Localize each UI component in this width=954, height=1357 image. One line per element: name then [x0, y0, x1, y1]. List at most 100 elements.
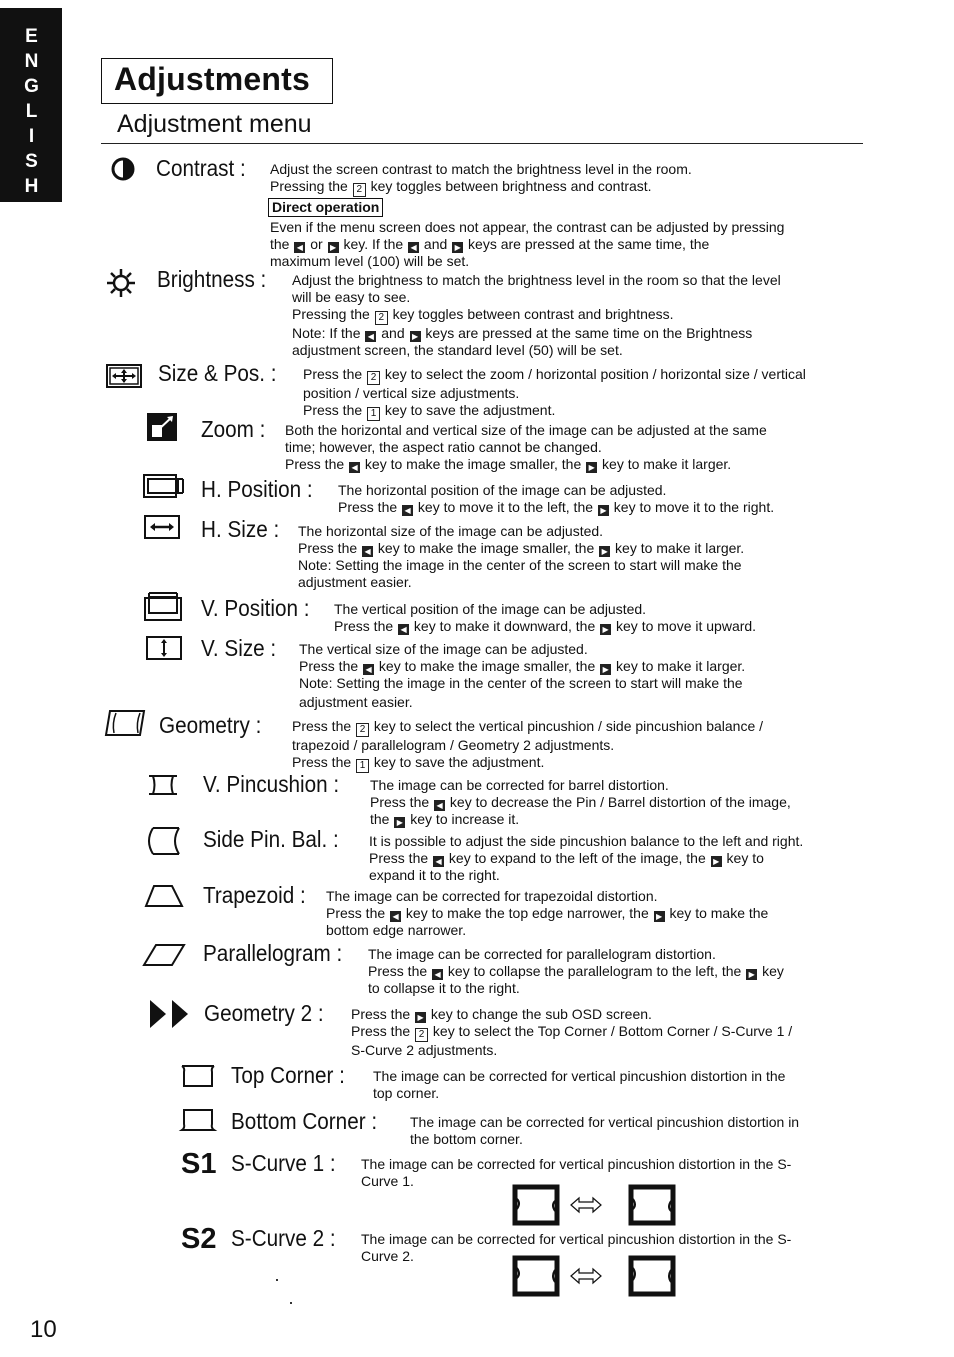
top-corner-icon — [181, 1065, 215, 1087]
h-size-description: The horizontal size of the image can be … — [298, 523, 744, 591]
desc-line: Press the 1 key to save the adjustment. — [303, 402, 806, 421]
desc-line: bottom edge narrower. — [326, 922, 467, 938]
text: Press the — [368, 963, 432, 979]
s-curve-after-icon — [628, 1184, 676, 1226]
desc-line: top corner. — [373, 1085, 440, 1101]
text: or — [306, 236, 327, 252]
page-title: Adjustments — [114, 61, 310, 97]
desc-line: Press the ◀ key to collapse the parallel… — [368, 963, 784, 980]
desc-line: Adjust the screen contrast to match the … — [270, 161, 692, 177]
left-key-icon: ◀ — [408, 242, 420, 253]
text: key to make the image smaller, the — [374, 540, 599, 556]
double-arrow-icon — [570, 1267, 602, 1285]
desc-line: Pressing the 2 key toggles between brigh… — [270, 178, 784, 197]
text: key to make it larger. — [611, 540, 745, 556]
side-pin-bal-description: It is possible to adjust the side pincus… — [369, 833, 803, 884]
vertical-size-icon — [146, 636, 182, 660]
desc-line: Even if the menu screen does not appear,… — [270, 219, 785, 235]
text: key to — [722, 850, 764, 866]
desc-line: The horizontal size of the image can be … — [298, 523, 604, 539]
text: key to make it larger. — [612, 658, 746, 674]
parallelogram-label: Parallelogram : — [203, 940, 343, 966]
desc-line: Adjust the brightness to match the brigh… — [292, 272, 781, 288]
s-curve-before-icon — [512, 1255, 560, 1297]
right-key-icon: ▶ — [415, 1012, 427, 1023]
desc-line: Press the ◀ key to make the top edge nar… — [326, 905, 768, 922]
desc-line: Press the ▶ key to change the sub OSD sc… — [351, 1006, 792, 1023]
desc-line: adjustment easier. — [298, 574, 412, 590]
desc-line: time; however, the aspect ratio cannot b… — [285, 439, 602, 455]
size-position-icon — [106, 364, 142, 388]
left-key-icon: ◀ — [363, 664, 375, 675]
s-curve2-badge: S2 — [181, 1223, 217, 1255]
text: keys are pressed at the same time, the — [464, 236, 710, 252]
text: key to make it downward, the — [410, 618, 600, 634]
geometry-label: Geometry : — [159, 712, 262, 738]
s-curve-after-icon — [628, 1255, 676, 1297]
top-corner-label: Top Corner : — [231, 1062, 345, 1088]
zoom-label: Zoom : — [201, 416, 266, 442]
right-key-icon: ▶ — [586, 462, 598, 473]
desc-line: trapezoid / parallelogram / Geometry 2 a… — [292, 737, 615, 753]
zoom-icon — [147, 413, 177, 441]
desc-line: adjustment easier. — [299, 694, 413, 710]
v-pincushion-label: V. Pincushion : — [203, 771, 340, 797]
h-position-description: The horizontal position of the image can… — [338, 482, 774, 516]
left-key-icon: ◀ — [362, 546, 374, 557]
key-2-icon: 2 — [367, 371, 381, 385]
desc-line: The image can be corrected for vertical … — [361, 1231, 792, 1247]
text: key to decrease the Pin / Barrel distort… — [446, 794, 791, 810]
s-curve2-label: S-Curve 2 : — [231, 1225, 336, 1251]
left-key-icon: ◀ — [434, 800, 446, 811]
left-key-icon: ◀ — [390, 911, 402, 922]
bottom-corner-icon — [178, 1109, 218, 1131]
left-key-icon: ◀ — [402, 505, 414, 516]
right-key-icon: ▶ — [710, 856, 722, 867]
desc-line: Press the ◀ key to make the image smalle… — [299, 658, 745, 675]
text: Pressing the — [292, 306, 374, 322]
brightness-description: Adjust the brightness to match the brigh… — [292, 272, 781, 359]
desc-line: S-Curve 2 adjustments. — [351, 1042, 498, 1058]
text: key to collapse the parallelogram to the… — [444, 963, 746, 979]
text: the — [270, 236, 294, 252]
right-key-icon: ▶ — [599, 546, 611, 557]
desc-line: maximum level (100) will be set. — [270, 253, 470, 269]
bottom-corner-description: The image can be corrected for vertical … — [410, 1114, 799, 1148]
zoom-description: Both the horizontal and vertical size of… — [285, 422, 767, 473]
v-size-label: V. Size : — [201, 635, 277, 661]
text: and — [377, 325, 409, 341]
s-curve1-label: S-Curve 1 : — [231, 1150, 336, 1176]
right-key-icon: ▶ — [452, 242, 464, 253]
direct-operation-heading: Direct operation — [268, 198, 384, 217]
double-play-icon — [150, 1000, 188, 1028]
key-1-icon: 1 — [367, 407, 381, 421]
text: Pressing the — [270, 178, 352, 194]
desc-line: Press the ◀ key to make the image smalle… — [298, 540, 744, 557]
desc-line: Press the ◀ key to decrease the Pin / Ba… — [370, 794, 791, 811]
contrast-label: Contrast : — [156, 155, 246, 181]
text: Press the — [334, 618, 398, 634]
desc-line: The image can be corrected for trapezoid… — [326, 888, 658, 904]
s-curve1-illustration — [512, 1184, 676, 1226]
contrast-half-circle-icon — [111, 157, 135, 181]
text: Press the — [370, 794, 434, 810]
text: Note: If the — [292, 325, 365, 341]
parallelogram-description: The image can be corrected for parallelo… — [368, 946, 784, 997]
scan-speck — [276, 1279, 278, 1281]
desc-line: The vertical position of the image can b… — [334, 601, 647, 617]
desc-line: Note: Setting the image in the center of… — [299, 675, 743, 691]
text: key to make it larger. — [598, 456, 732, 472]
size-pos-label: Size & Pos. : — [158, 360, 277, 386]
s-curve-before-icon — [512, 1184, 560, 1226]
desc-line: The image can be corrected for vertical … — [361, 1156, 792, 1172]
geometry2-label: Geometry 2 : — [204, 1000, 324, 1026]
desc-line: expand it to the right. — [369, 867, 500, 883]
parallelogram-icon — [142, 944, 186, 966]
desc-line: Press the ◀ key to make the image smalle… — [285, 456, 767, 473]
side-pin-bal-label: Side Pin. Bal. : — [203, 826, 339, 852]
desc-line: Press the ◀ key to make it downward, the… — [334, 618, 756, 635]
desc-line: Press the 2 key to select the Top Corner… — [351, 1023, 792, 1042]
key-1-icon: 1 — [356, 759, 370, 773]
text: Press the — [338, 499, 402, 515]
left-key-icon: ◀ — [433, 856, 445, 867]
